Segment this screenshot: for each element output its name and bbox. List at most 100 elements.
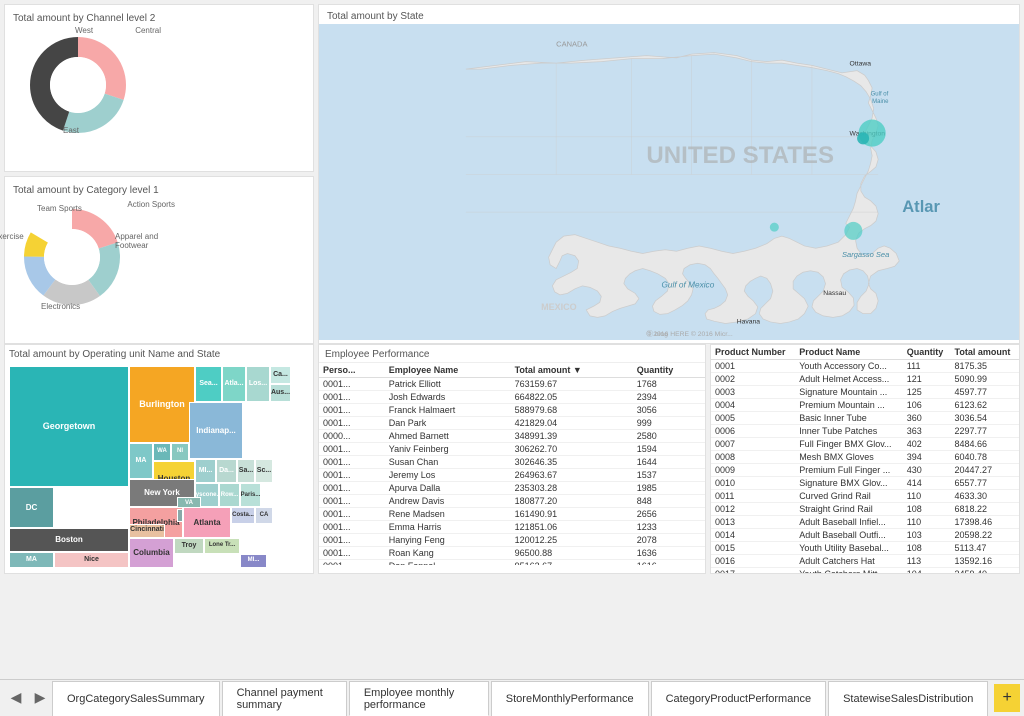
tab-storemonthlyperformance[interactable]: StoreMonthlyPerformance (491, 681, 649, 716)
tabs-container: OrgCategorySalesSummaryChannel payment s… (52, 680, 990, 715)
product-row: 0016Adult Catchers Hat11313592.16 (711, 555, 1019, 568)
channel-panel: Total amount by Channel level 2 (4, 4, 314, 172)
team-sports-label: Team Sports (37, 204, 82, 213)
svg-text:Gulf of Mexico: Gulf of Mexico (661, 280, 714, 289)
treemap-paris[interactable]: Paris... (240, 483, 261, 507)
product-table-panel: Product Number Product Name Quantity Tot… (710, 344, 1020, 574)
col-total: Total amount (951, 345, 1019, 360)
category-panel: Total amount by Category level 1 (4, 176, 314, 344)
treemap-costa[interactable]: Costa... (231, 507, 255, 523)
add-tab-button[interactable]: + (994, 684, 1020, 712)
col-product-name: Product Name (795, 345, 903, 360)
treemap-ma-mid[interactable]: MA (129, 443, 153, 479)
product-row: 0008Mesh BMX Gloves3946040.78 (711, 451, 1019, 464)
tab-statewisesalesdistribution[interactable]: StatewiseSalesDistribution (828, 681, 988, 716)
treemap-burlington[interactable]: Burlington (129, 366, 195, 443)
svg-text:UNITED STATES: UNITED STATES (646, 142, 834, 169)
treemap-nice[interactable]: Nice (54, 552, 129, 568)
treemap-dc[interactable]: DC (9, 487, 54, 527)
exercise-label: Exercise (0, 232, 24, 241)
treemap-sa[interactable]: Sa... (237, 459, 255, 483)
product-row: 0011Curved Grind Rail1104633.30 (711, 490, 1019, 503)
tab-orgcategorysalessummary[interactable]: OrgCategorySalesSummary (52, 681, 220, 716)
product-row: 0002Adult Helmet Access...1215090.99 (711, 373, 1019, 386)
treemap-sc[interactable]: Sc... (255, 459, 273, 483)
electronics-label: Electronics (41, 302, 80, 311)
treemap-columbia[interactable]: Columbia (129, 538, 174, 568)
employee-row: 0000...Ahmed Barnett348991.392580 (319, 430, 705, 443)
product-row: 0009Premium Full Finger ...43020447.27 (711, 464, 1019, 477)
treemap-cincinnati2[interactable]: Cincinnati (129, 524, 165, 538)
map-area: CANADA MEXICO UNITED STATES Washington O… (319, 24, 1019, 340)
tab-categoryproductperformance[interactable]: CategoryProductPerformance (651, 681, 827, 716)
employee-row: 0001...Josh Edwards664822.052394 (319, 391, 705, 404)
treemap-troy[interactable]: Troy (174, 538, 204, 554)
employee-table: Perso... Employee Name Total amount ▼ Qu… (319, 363, 705, 565)
treemap-ca[interactable]: Ca... (270, 366, 291, 384)
treemap-ma2[interactable] (177, 509, 183, 521)
svg-text:Maine: Maine (872, 99, 889, 105)
col-qty: Quantity (903, 345, 951, 360)
treemap-atlanta[interactable]: Atla... (222, 366, 246, 402)
treemap-austin[interactable]: Aus... (270, 384, 291, 402)
treemap-ca2[interactable]: CA (255, 507, 273, 523)
treemap-lone-tree[interactable]: Lone Tr... (204, 538, 240, 554)
col-product-number: Product Number (711, 345, 795, 360)
tab-nav-right[interactable]: ▶ (28, 680, 52, 715)
svg-text:Ottawa: Ottawa (850, 60, 872, 67)
tab-nav-left[interactable]: ◀ (4, 680, 28, 715)
action-sports-label: Action Sports (127, 200, 175, 209)
treemap-mi[interactable]: MI... (195, 459, 216, 483)
us-map-svg: CANADA MEXICO UNITED STATES Washington O… (319, 24, 1019, 340)
employee-row: 0001...Susan Chan302646.351644 (319, 456, 705, 469)
tab-channel-payment-summary[interactable]: Channel payment summary (222, 681, 347, 716)
employee-row: 0001...Dan Park421829.04999 (319, 417, 705, 430)
treemap-ni[interactable]: NI (171, 443, 189, 461)
svg-text:MEXICO: MEXICO (541, 302, 577, 312)
product-table-scroll[interactable]: Product Number Product Name Quantity Tot… (711, 345, 1019, 573)
col-total-amount[interactable]: Total amount ▼ (511, 363, 633, 378)
product-row: 0015Youth Utility Basebal...1085113.47 (711, 542, 1019, 555)
treemap-da[interactable]: Da... (216, 459, 237, 483)
employee-row: 0001...Yaniv Feinberg306262.701594 (319, 443, 705, 456)
product-row: 0017Youth Catchers Mitt1043459.40 (711, 568, 1019, 574)
treemap-ma-bottom[interactable]: MA (9, 552, 54, 568)
channel-donut-chart (23, 30, 133, 140)
svg-text:Nassau: Nassau (823, 290, 846, 297)
treemap-title: Total amount by Operating unit Name and … (9, 349, 309, 360)
product-row: 0012Straight Grind Rail1086818.22 (711, 503, 1019, 516)
content-area: Total amount by Channel level 2 (0, 0, 1024, 679)
employee-table-header: Employee Performance (319, 345, 705, 363)
treemap-wa[interactable]: WA (153, 443, 171, 461)
east-label: East (63, 126, 79, 135)
treemap-los-angeles[interactable]: Los... (246, 366, 270, 402)
product-row: 0010Signature BMX Glov...4146557.77 (711, 477, 1019, 490)
category-donut-chart (17, 202, 127, 312)
top-row: Total amount by Channel level 2 (4, 4, 1020, 344)
product-row: 0007Full Finger BMX Glov...4028484.66 (711, 438, 1019, 451)
treemap-atlanta2[interactable]: Atlanta (183, 507, 231, 537)
tab-bar: ◀ ▶ OrgCategorySalesSummaryChannel payme… (0, 679, 1024, 715)
svg-text:CANADA: CANADA (556, 40, 587, 49)
employee-row: 0001...Franck Halmaert588979.683056 (319, 404, 705, 417)
treemap-georgetown[interactable]: Georgetown (9, 366, 129, 487)
svg-text:Atlar: Atlar (902, 197, 940, 216)
product-table: Product Number Product Name Quantity Tot… (711, 345, 1019, 573)
product-row: 0005Basic Inner Tube3603036.54 (711, 412, 1019, 425)
treemap-seattle[interactable]: Sea... (195, 366, 222, 402)
main-container: Total amount by Channel level 2 (0, 0, 1024, 715)
col-employee-name: Employee Name (385, 363, 511, 378)
bottom-row: Total amount by Operating unit Name and … (4, 344, 1020, 574)
treemap-boston[interactable]: Boston (9, 528, 129, 552)
svg-text:Sargasso Sea: Sargasso Sea (842, 250, 889, 259)
tab-employee-monthly-performance[interactable]: Employee monthly performance (349, 681, 489, 716)
employee-table-scroll[interactable]: Perso... Employee Name Total amount ▼ Qu… (319, 363, 705, 565)
treemap-indianapolis[interactable]: Indianap... (189, 402, 243, 459)
apparel-label: Apparel and Footwear (115, 232, 185, 250)
employee-row: 0001...Roan Kang96500.881636 (319, 547, 705, 560)
treemap-ml[interactable]: MI... (240, 554, 267, 568)
product-row: 0003Signature Mountain ...1254597.77 (711, 386, 1019, 399)
left-panels: Total amount by Channel level 2 (4, 4, 314, 344)
treemap-row[interactable]: Row... (219, 483, 240, 507)
product-row: 0004Premium Mountain ...1066123.62 (711, 399, 1019, 412)
